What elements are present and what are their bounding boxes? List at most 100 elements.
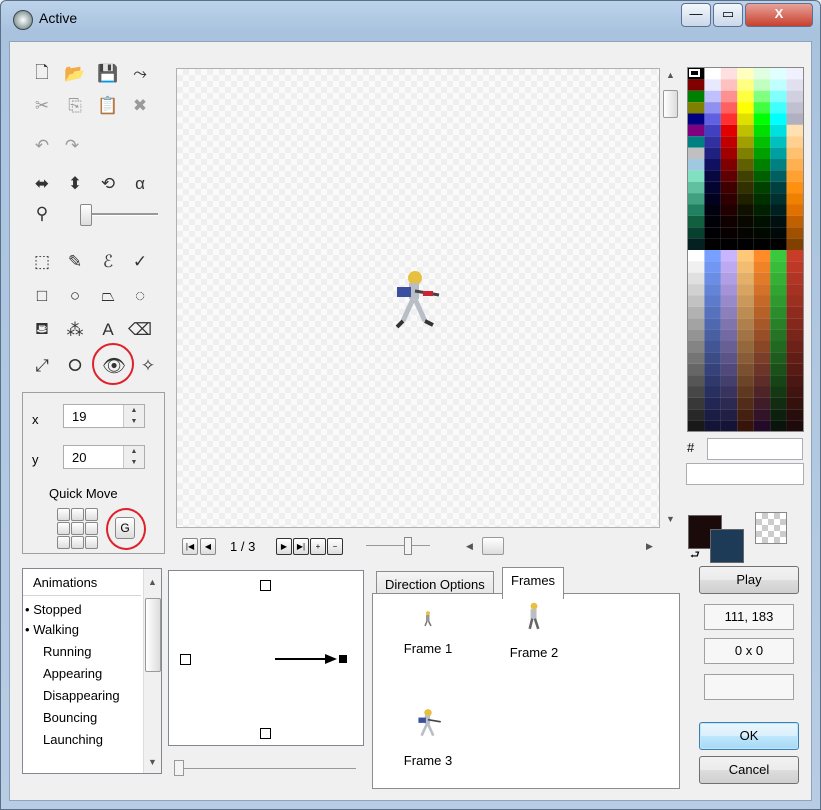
palette-swatch[interactable] <box>720 181 738 194</box>
palette-swatch[interactable] <box>770 204 787 216</box>
palette-swatch[interactable] <box>737 124 754 137</box>
palette-swatch[interactable] <box>786 284 803 296</box>
palette-swatch[interactable] <box>786 193 803 205</box>
hscroll-right-arrow[interactable]: ▶ <box>646 541 653 552</box>
last-frame-button[interactable]: ▶| <box>293 538 309 555</box>
swap-colors-icon[interactable]: ⮐ <box>690 546 700 565</box>
action-point-icon[interactable]: ✧ <box>136 354 160 378</box>
palette-swatch[interactable] <box>737 341 754 353</box>
palette-swatch[interactable] <box>704 113 721 125</box>
palette-swatch[interactable] <box>688 261 705 273</box>
palette-swatch[interactable] <box>688 352 705 364</box>
background-color-swatch[interactable] <box>710 529 744 563</box>
palette-swatch[interactable] <box>688 136 705 148</box>
palette-swatch[interactable] <box>786 420 803 432</box>
palette-swatch[interactable] <box>720 363 738 376</box>
palette-swatch[interactable] <box>720 284 738 296</box>
palette-swatch[interactable] <box>688 238 705 250</box>
quick-move-left[interactable] <box>57 522 70 535</box>
palette-swatch[interactable] <box>704 329 721 341</box>
palette-swatch[interactable] <box>786 238 803 250</box>
palette-swatch[interactable] <box>737 397 754 410</box>
palette-swatch[interactable] <box>688 113 705 125</box>
open-icon[interactable]: 📂 <box>63 62 87 86</box>
palette-swatch[interactable] <box>786 102 803 114</box>
palette-swatch[interactable] <box>688 124 705 137</box>
animation-item-running[interactable]: Running <box>43 641 91 663</box>
palette-swatch[interactable] <box>704 352 721 364</box>
palette-swatch[interactable] <box>753 352 771 364</box>
palette-swatch[interactable] <box>753 227 771 239</box>
palette-swatch[interactable] <box>704 261 721 273</box>
palette-swatch[interactable] <box>770 159 787 171</box>
palette-swatch[interactable] <box>753 250 771 262</box>
palette-swatch[interactable] <box>737 306 754 319</box>
palette-swatch[interactable] <box>720 409 738 421</box>
palette-swatch[interactable] <box>770 295 787 307</box>
quick-move-center[interactable] <box>71 522 84 535</box>
palette-swatch[interactable] <box>770 386 787 398</box>
minimize-button[interactable]: — <box>681 3 711 27</box>
palette-swatch[interactable] <box>770 113 787 125</box>
speed-slider-track[interactable] <box>366 545 430 546</box>
palette-swatch[interactable] <box>704 284 721 296</box>
palette-swatch[interactable] <box>720 306 738 319</box>
play-frame-button[interactable]: ▶ <box>276 538 292 555</box>
hscroll-left-arrow[interactable]: ◀ <box>466 541 473 552</box>
animation-item-appearing[interactable]: Appearing <box>43 663 102 685</box>
palette-swatch[interactable] <box>770 250 787 262</box>
palette-swatch[interactable] <box>786 306 803 319</box>
palette-swatch[interactable] <box>786 215 803 228</box>
palette-swatch[interactable] <box>786 170 803 182</box>
ok-button[interactable]: OK <box>699 722 799 750</box>
palette-swatch[interactable] <box>753 102 771 114</box>
palette-swatch[interactable] <box>737 250 754 262</box>
palette-swatch[interactable] <box>786 68 803 80</box>
quick-move-bottom[interactable] <box>71 536 84 549</box>
palette-swatch[interactable] <box>786 318 803 330</box>
palette-swatch[interactable] <box>737 147 754 159</box>
palette-swatch[interactable] <box>688 227 705 239</box>
rectangle-icon[interactable]: □ <box>30 284 54 308</box>
palette-swatch[interactable] <box>786 409 803 421</box>
palette-swatch[interactable] <box>770 363 787 376</box>
palette-swatch[interactable] <box>786 295 803 307</box>
canvas-vertical-scrollbar[interactable]: ▲ ▼ <box>662 68 678 528</box>
palette-swatch[interactable] <box>720 193 738 205</box>
quick-move-top-right[interactable] <box>85 508 98 521</box>
x-value[interactable]: 19 <box>72 409 86 424</box>
palette-swatch[interactable] <box>753 341 771 353</box>
palette-swatch[interactable] <box>704 181 721 194</box>
speed-slider-thumb[interactable] <box>404 537 412 555</box>
palette-swatch[interactable] <box>737 136 754 148</box>
paste-icon[interactable]: 📋 <box>96 94 120 118</box>
palette-swatch[interactable] <box>770 68 787 80</box>
palette-swatch[interactable] <box>688 170 705 182</box>
palette-swatch[interactable] <box>720 352 738 364</box>
color-palette[interactable] <box>687 67 804 432</box>
palette-swatch[interactable] <box>704 272 721 285</box>
palette-swatch[interactable] <box>770 181 787 194</box>
palette-swatch[interactable] <box>737 295 754 307</box>
palette-swatch[interactable] <box>770 147 787 159</box>
animations-scroll-thumb[interactable] <box>145 598 161 672</box>
palette-swatch[interactable] <box>770 124 787 137</box>
direction-speed-thumb[interactable] <box>174 760 184 776</box>
palette-swatch[interactable] <box>770 409 787 421</box>
palette-swatch[interactable] <box>786 159 803 171</box>
remove-frame-button[interactable]: − <box>327 538 343 555</box>
palette-swatch[interactable] <box>770 352 787 364</box>
palette-swatch[interactable] <box>786 113 803 125</box>
palette-swatch[interactable] <box>720 420 738 432</box>
polygon-icon[interactable]: ⏢ <box>96 284 120 308</box>
palette-swatch[interactable] <box>704 409 721 421</box>
palette-swatch[interactable] <box>720 136 738 148</box>
palette-swatch[interactable] <box>688 306 705 319</box>
palette-swatch[interactable] <box>704 102 721 114</box>
palette-swatch[interactable] <box>737 90 754 103</box>
palette-swatch[interactable] <box>753 147 771 159</box>
palette-swatch[interactable] <box>688 215 705 228</box>
direction-handle-down[interactable] <box>260 728 271 739</box>
palette-swatch[interactable] <box>720 79 738 91</box>
palette-swatch[interactable] <box>720 227 738 239</box>
